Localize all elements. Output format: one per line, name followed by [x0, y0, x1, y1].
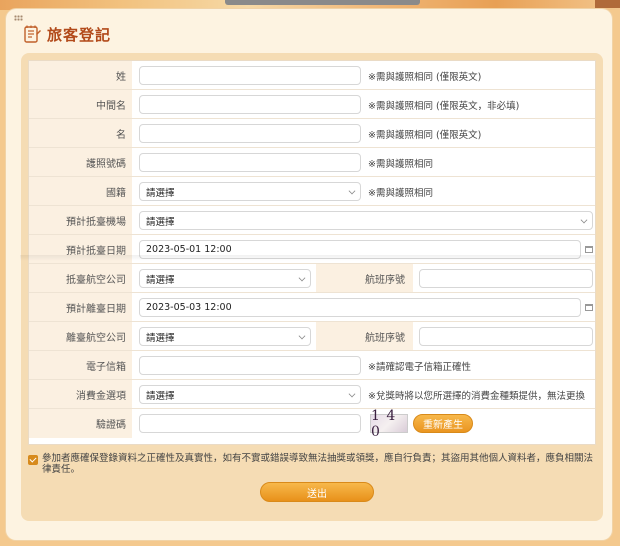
departure-flight-label: 航班序號: [316, 322, 413, 350]
drag-handle-icon[interactable]: [14, 15, 23, 21]
form-container: 姓 ※需與護照相同 (僅限英文) 中間名 ※需與護照相同 (僅限英文，非必填) …: [21, 53, 603, 521]
given-name-label: 名: [29, 119, 132, 147]
row-email: 電子信箱 ※請確認電子信箱正確性: [29, 351, 595, 380]
row-arrival-airport: 預計抵臺機場 請選擇: [29, 206, 595, 235]
nationality-select-value: 請選擇: [146, 187, 175, 199]
nationality-select[interactable]: 請選擇: [139, 182, 361, 201]
row-captcha: 驗證碼 1 4 0 重新產生: [29, 408, 595, 440]
chevron-down-icon: [298, 274, 306, 282]
given-name-note: ※需與護照相同 (僅限英文): [368, 129, 482, 141]
form-table: 姓 ※需與護照相同 (僅限英文) 中間名 ※需與護照相同 (僅限英文，非必填) …: [28, 60, 596, 445]
departure-airline-label: 離臺航空公司: [29, 322, 132, 350]
chevron-down-icon: [348, 390, 356, 398]
row-amount: 消費金選項 請選擇 ※兌獎時將以您所選擇的消費金種類提供，無法更換: [29, 380, 595, 409]
departure-airline-select[interactable]: 請選擇: [139, 327, 311, 346]
panel-header: 旅客登記: [24, 23, 111, 45]
nationality-note: ※需與護照相同: [368, 187, 433, 199]
row-departure-airline: 離臺航空公司 請選擇 航班序號: [29, 322, 595, 351]
middle-name-input[interactable]: [139, 95, 361, 114]
submit-button[interactable]: 送出: [260, 482, 374, 502]
chevron-down-icon: [348, 187, 356, 195]
registration-panel: 旅客登記 姓 ※需與護照相同 (僅限英文) 中間名 ※需與護照相同 (僅限英文，…: [6, 9, 612, 540]
amount-label: 消費金選項: [29, 380, 132, 408]
email-label: 電子信箱: [29, 351, 132, 379]
arrival-airline-select-value: 請選擇: [146, 274, 175, 286]
departure-flight-input[interactable]: [419, 327, 593, 346]
row-middle-name: 中間名 ※需與護照相同 (僅限英文，非必填): [29, 90, 595, 119]
middle-name-note: ※需與護照相同 (僅限英文，非必填): [368, 100, 520, 112]
amount-select[interactable]: 請選擇: [139, 385, 361, 404]
middle-name-label: 中間名: [29, 90, 132, 118]
amount-note: ※兌獎時將以您所選擇的消費金種類提供，無法更換: [368, 390, 585, 402]
arrival-flight-label: 航班序號: [316, 264, 413, 292]
row-nationality: 國籍 請選擇 ※需與護照相同: [29, 177, 595, 206]
calendar-icon[interactable]: [585, 246, 593, 253]
passport-label: 護照號碼: [29, 148, 132, 176]
surname-note: ※需與護照相同 (僅限英文): [368, 71, 482, 83]
departure-date-label: 預計離臺日期: [29, 293, 132, 321]
passport-note: ※需與護照相同: [368, 158, 433, 170]
row-passport: 護照號碼 ※需與護照相同: [29, 148, 595, 177]
row-arrival-airline: 抵臺航空公司 請選擇 航班序號: [29, 264, 595, 293]
row-departure-date: 預計離臺日期 2023-05-03 12:00: [29, 293, 595, 322]
arrival-airline-select[interactable]: 請選擇: [139, 269, 311, 288]
nationality-label: 國籍: [29, 177, 132, 205]
passport-input[interactable]: [139, 153, 361, 172]
banner-bar: [225, 0, 420, 5]
surname-label: 姓: [29, 61, 132, 89]
agreement-text: 參加者應確保登錄資料之正確性及真實性，如有不實或錯誤導致無法抽獎或領獎，應自行負…: [42, 453, 594, 475]
arrival-airport-select[interactable]: 請選擇: [139, 211, 593, 230]
chevron-down-icon: [580, 216, 588, 224]
chevron-down-icon: [298, 332, 306, 340]
document-edit-icon: [24, 25, 41, 43]
email-input[interactable]: [139, 356, 361, 375]
arrival-airline-label: 抵臺航空公司: [29, 264, 132, 292]
captcha-label: 驗證碼: [29, 409, 132, 438]
agreement-checkbox[interactable]: [28, 455, 38, 465]
arrival-airport-label: 預計抵臺機場: [29, 206, 132, 234]
calendar-icon[interactable]: [585, 304, 593, 311]
departure-airline-select-value: 請選擇: [146, 332, 175, 344]
amount-select-value: 請選擇: [146, 390, 175, 402]
page-title: 旅客登記: [47, 25, 112, 44]
captcha-image: 1 4 0: [370, 408, 408, 440]
row-surname: 姓 ※需與護照相同 (僅限英文): [29, 61, 595, 90]
banner-corner: [595, 0, 620, 8]
email-note: ※請確認電子信箱正確性: [368, 361, 471, 373]
departure-date-input[interactable]: 2023-05-03 12:00: [139, 298, 581, 317]
row-given-name: 名 ※需與護照相同 (僅限英文): [29, 119, 595, 148]
arrival-airport-select-value: 請選擇: [146, 216, 175, 228]
arrival-flight-input[interactable]: [419, 269, 593, 288]
given-name-input[interactable]: [139, 124, 361, 143]
scroll-shadow: [20, 255, 595, 261]
surname-input[interactable]: [139, 66, 361, 85]
captcha-input[interactable]: [139, 414, 361, 433]
agreement: 參加者應確保登錄資料之正確性及真實性，如有不實或錯誤導致無法抽獎或領獎，應自行負…: [28, 453, 596, 475]
refresh-captcha-button[interactable]: 重新產生: [413, 414, 473, 433]
